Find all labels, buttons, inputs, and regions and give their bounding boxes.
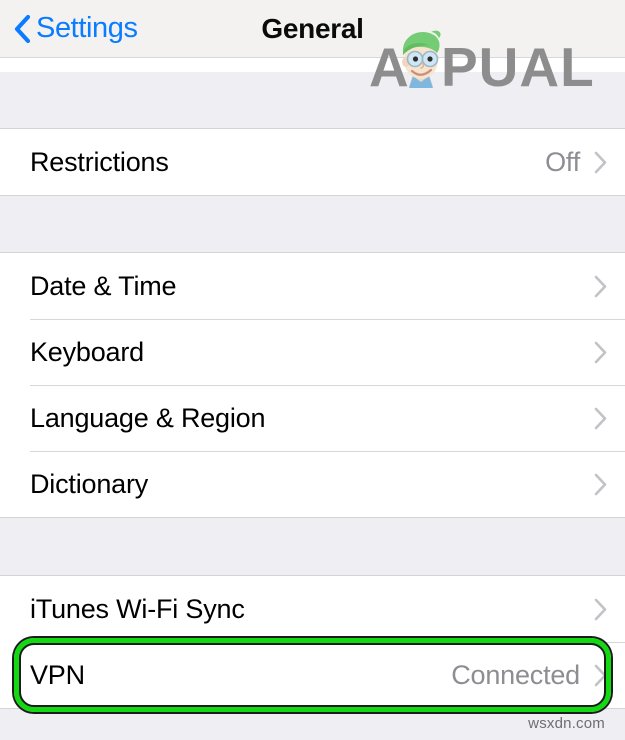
row-value: Off	[545, 146, 580, 177]
content-top-strip	[0, 58, 625, 72]
site-watermark: wsxdn.com	[528, 715, 605, 732]
chevron-right-icon	[594, 407, 607, 429]
settings-row-vpn[interactable]: VPN Connected	[0, 642, 625, 708]
chevron-right-icon	[594, 664, 607, 686]
section-gap-top	[0, 72, 625, 128]
page-title: General	[261, 12, 364, 44]
settings-row-language-and-region[interactable]: Language & Region	[0, 385, 625, 451]
row-label: Restrictions	[30, 146, 169, 177]
row-label: Date & Time	[30, 270, 177, 301]
section-gap-middle-2	[0, 518, 625, 575]
row-label: Dictionary	[30, 468, 149, 499]
row-label: Keyboard	[30, 336, 144, 367]
row-label: VPN	[30, 659, 85, 690]
row-label: Language & Region	[30, 402, 266, 433]
settings-row-date-and-time[interactable]: Date & Time	[0, 253, 625, 319]
settings-group-connectivity: iTunes Wi-Fi Sync VPN Connected	[0, 575, 625, 709]
chevron-right-icon	[594, 473, 607, 495]
settings-row-keyboard[interactable]: Keyboard	[0, 319, 625, 385]
settings-scroll-content[interactable]: Restrictions Off Date & Time Keyboard La…	[0, 58, 625, 737]
chevron-right-icon	[594, 598, 607, 620]
chevron-right-icon	[594, 341, 607, 363]
row-value-vpn-status: Connected	[451, 659, 580, 690]
section-gap-middle-1	[0, 196, 625, 252]
settings-row-restrictions[interactable]: Restrictions Off	[0, 129, 625, 195]
chevron-right-icon	[594, 275, 607, 297]
chevron-right-icon	[594, 151, 607, 173]
settings-row-dictionary[interactable]: Dictionary	[0, 451, 625, 517]
settings-group-restrictions: Restrictions Off	[0, 128, 625, 196]
row-label: iTunes Wi-Fi Sync	[30, 593, 245, 624]
settings-row-itunes-wifi-sync[interactable]: iTunes Wi-Fi Sync	[0, 576, 625, 642]
navigation-bar: Settings General	[0, 0, 625, 58]
settings-group-localization: Date & Time Keyboard Language & Region D…	[0, 252, 625, 518]
